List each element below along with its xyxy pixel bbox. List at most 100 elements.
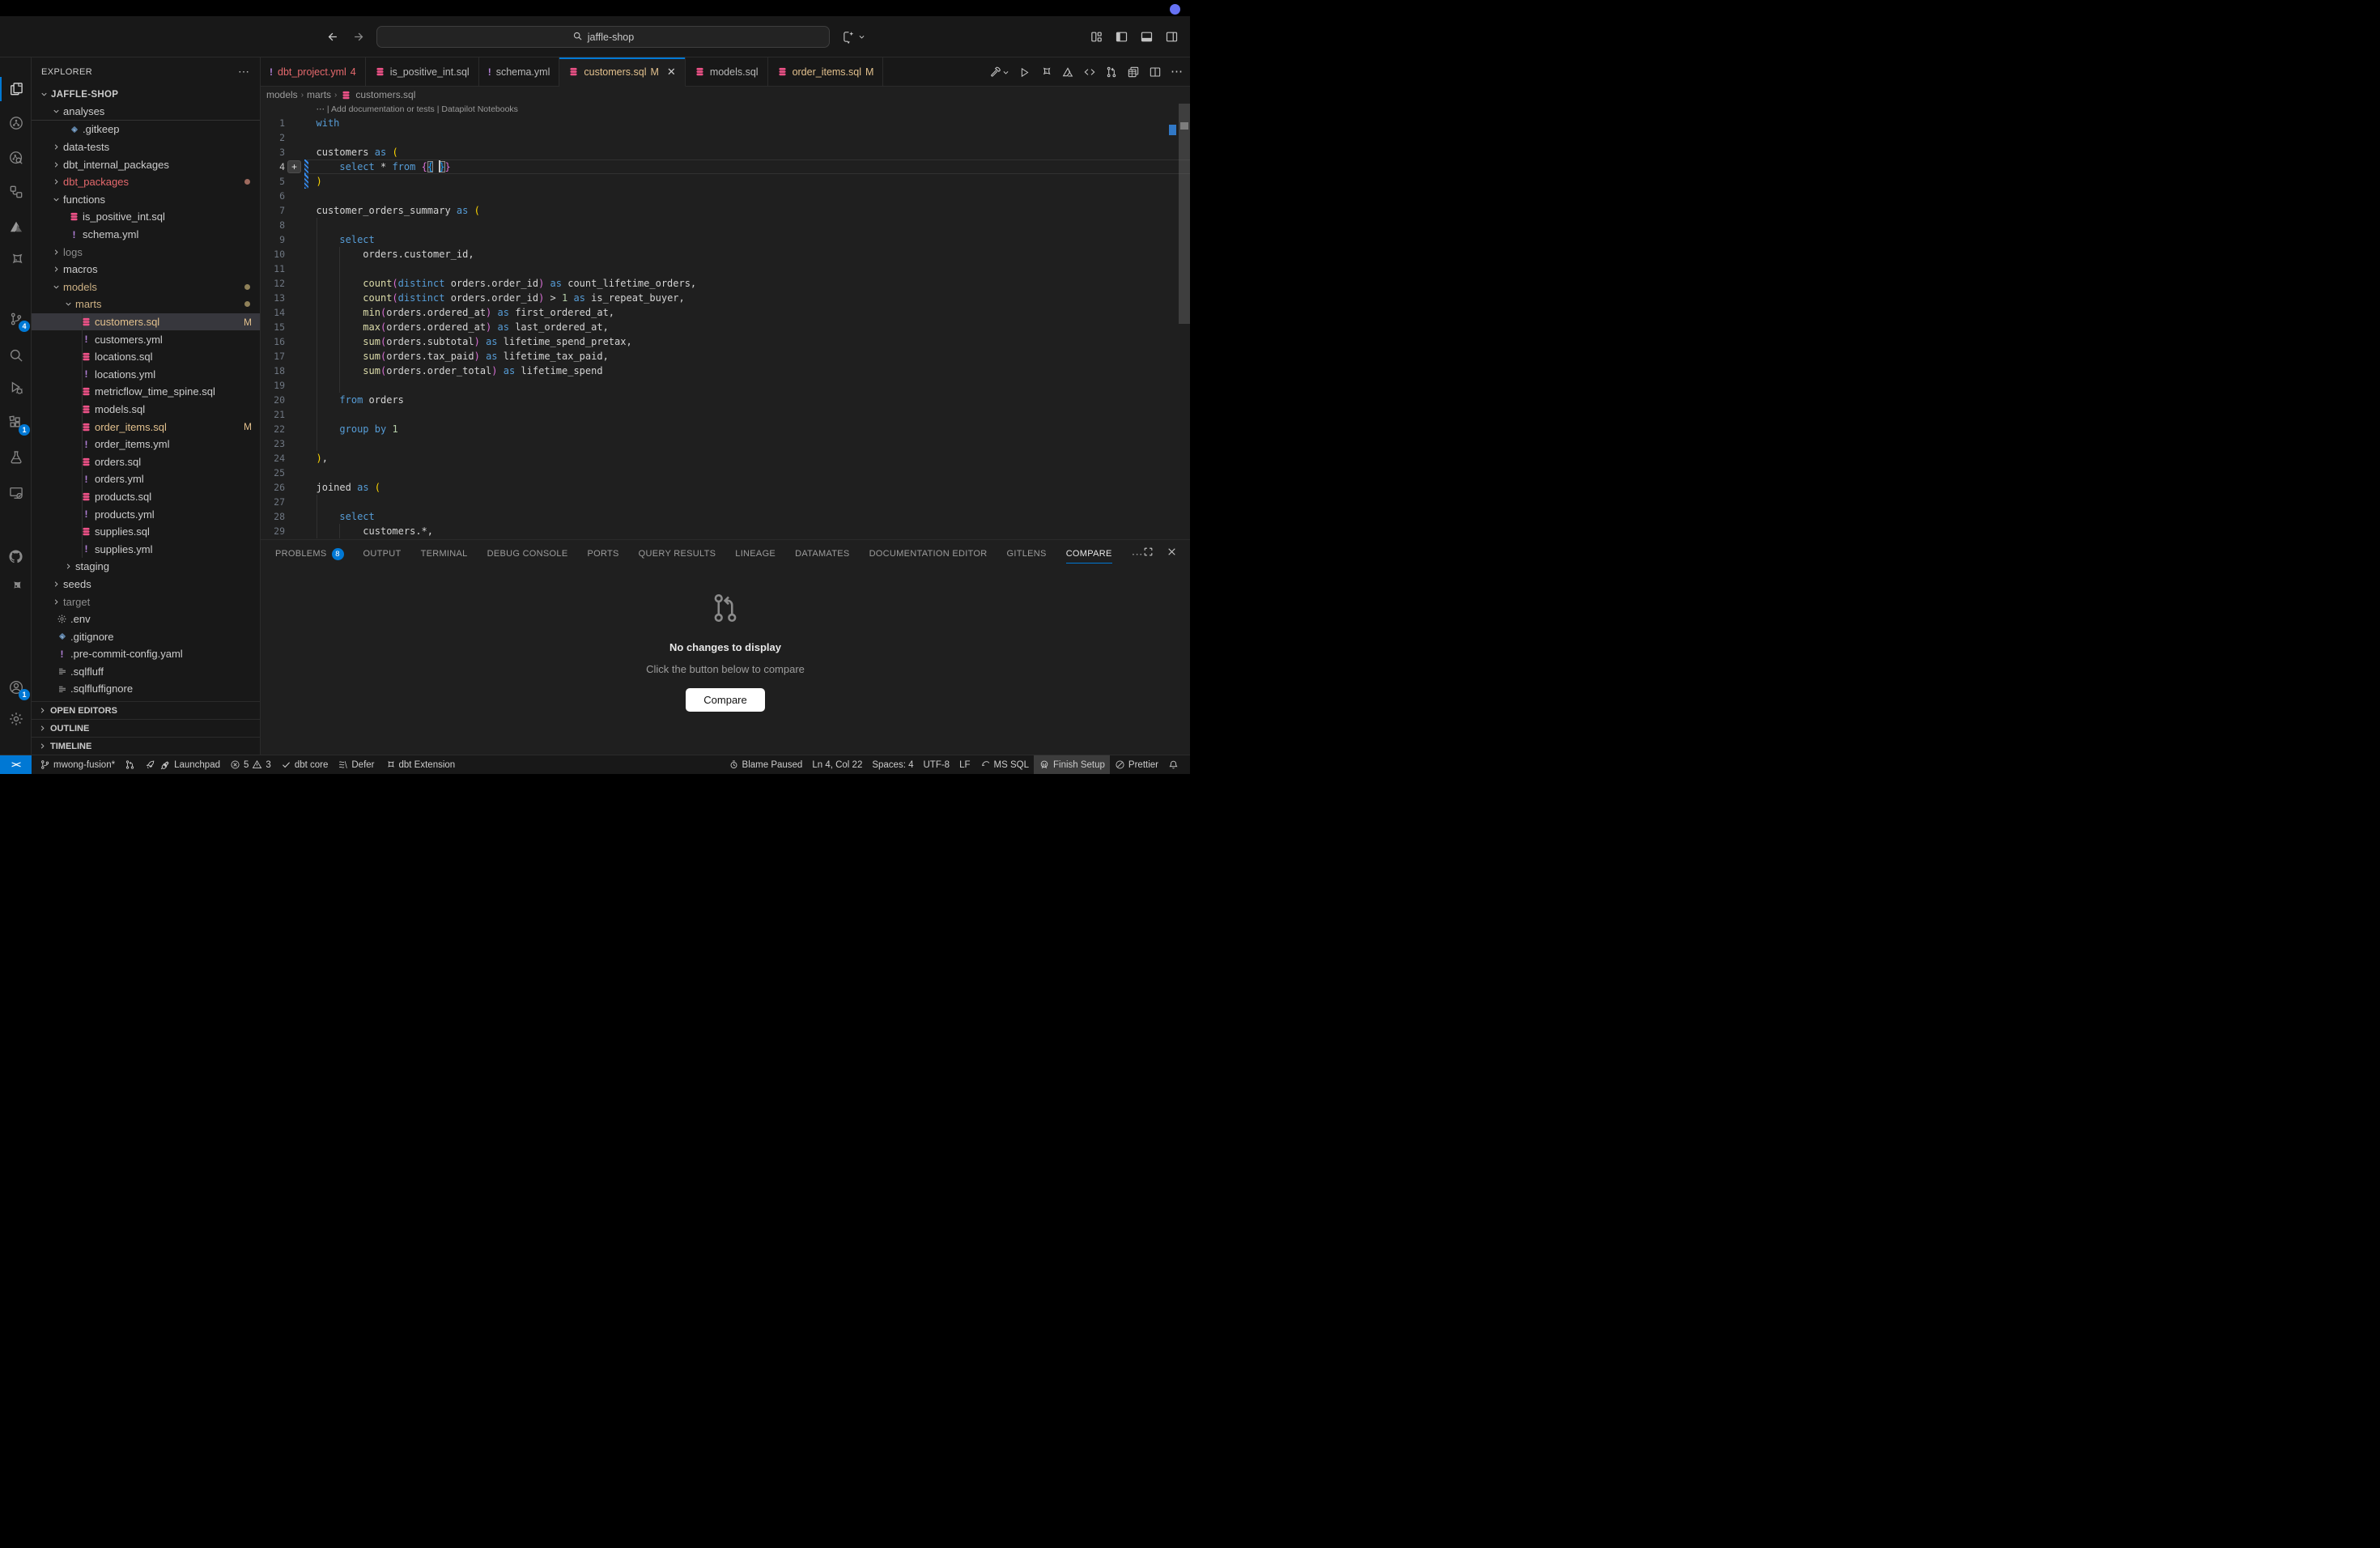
panel-tab-debug-console[interactable]: DEBUG CONSOLE [487, 540, 568, 568]
activitybar-flow[interactable] [0, 177, 32, 206]
datapilot-action[interactable] [1061, 66, 1074, 79]
panel-tab-lineage[interactable]: LINEAGE [735, 540, 776, 568]
statusbar-language-mode[interactable]: MS SQL [975, 755, 1034, 774]
activitybar-explorer[interactable] [0, 74, 32, 104]
activitybar-query-lineage[interactable] [0, 143, 32, 172]
statusbar-encoding[interactable]: UTF-8 [919, 755, 955, 774]
code-editor[interactable]: ⋯ | Add documentation or tests | Datapil… [261, 103, 1190, 539]
tree-item-functions[interactable]: functions [32, 191, 260, 209]
tree-item-JAFFLE-SHOP[interactable]: JAFFLE-SHOP [32, 86, 260, 104]
statusbar-prettier[interactable]: Prettier [1110, 755, 1163, 774]
tab-schema.yml[interactable]: !schema.yml [479, 57, 560, 86]
panel-close-icon[interactable] [1167, 546, 1177, 561]
compiled-code[interactable] [1083, 66, 1096, 79]
statusbar-defer[interactable]: Defer [333, 755, 379, 774]
tab-models.sql[interactable]: models.sql [686, 57, 768, 86]
statusbar-finish-setup[interactable]: Finish Setup [1034, 755, 1110, 774]
breadcrumb-file[interactable]: customers.sql [355, 89, 415, 100]
sidebar-section-open-editors[interactable]: OPEN EDITORS [32, 701, 260, 719]
panel-tab-terminal[interactable]: TERMINAL [421, 540, 468, 568]
statusbar-dbt-extension[interactable]: dbt Extension [380, 755, 461, 774]
sidebar-more-actions-icon[interactable]: ⋯ [238, 65, 250, 79]
tree-item-.sqlfluffignore[interactable]: .sqlfluffignore [32, 680, 260, 698]
panel-tab-datamates[interactable]: DATAMATES [795, 540, 849, 568]
statusbar-git-graph[interactable] [120, 755, 140, 774]
tree-item-staging[interactable]: staging [32, 558, 260, 576]
tree-item-schema.yml[interactable]: !schema.yml [32, 226, 260, 244]
tree-item-supplies.sql[interactable]: supplies.sql [32, 523, 260, 541]
activitybar-lineage[interactable] [0, 108, 32, 138]
tree-item-products.yml[interactable]: !products.yml [32, 505, 260, 523]
activitybar-search[interactable] [0, 341, 32, 370]
activitybar-run-and-debug[interactable] [0, 373, 32, 402]
toggle-panel-icon[interactable] [1140, 30, 1154, 44]
tree-item-orders.sql[interactable]: orders.sql [32, 453, 260, 470]
tree-item-dbt_packages[interactable]: dbt_packages [32, 173, 260, 191]
tree-item-orders.yml[interactable]: !orders.yml [32, 470, 260, 488]
tree-item-models.sql[interactable]: models.sql [32, 401, 260, 419]
tree-item-customers.yml[interactable]: !customers.yml [32, 330, 260, 348]
compare-button[interactable]: Compare [686, 688, 764, 712]
activitybar-remote-explorer[interactable] [0, 478, 32, 508]
tab-dbt_project.yml[interactable]: !dbt_project.yml4 [261, 57, 366, 86]
remote-indicator[interactable]: >< [0, 755, 32, 774]
toggle-secondary-sidebar-icon[interactable] [1165, 30, 1179, 44]
command-center-search[interactable]: jaffle-shop [376, 26, 830, 48]
statusbar-launchpad[interactable]: Launchpad [140, 755, 225, 774]
tree-item-metricflow_time_spine.sql[interactable]: metricflow_time_spine.sql [32, 383, 260, 401]
tree-item-order_items.yml[interactable]: !order_items.yml [32, 436, 260, 453]
editor-scrollbar[interactable] [1179, 104, 1190, 324]
run[interactable] [1018, 66, 1031, 79]
tree-item-.sqlfluff[interactable]: .sqlfluff [32, 663, 260, 681]
panel-tab-query-results[interactable]: QUERY RESULTS [639, 540, 716, 568]
activitybar-testing[interactable] [0, 443, 32, 472]
tree-item-.env[interactable]: .env [32, 610, 260, 628]
statusbar-dbt-core[interactable]: dbt core [276, 755, 334, 774]
statusbar-indentation[interactable]: Spaces: 4 [867, 755, 918, 774]
toggle-sidebar-icon[interactable] [1115, 30, 1128, 44]
tab-customers.sql[interactable]: customers.sqlM✕ [559, 57, 685, 87]
panel-tab-output[interactable]: OUTPUT [363, 540, 402, 568]
build-hammer[interactable] [989, 66, 1009, 79]
tree-item-seeds[interactable]: seeds [32, 576, 260, 593]
activitybar-github[interactable] [0, 542, 32, 571]
more-actions[interactable]: ⋯ [1171, 68, 1184, 76]
tree-item-models[interactable]: models [32, 279, 260, 296]
tree-item-.gitignore[interactable]: .gitignore [32, 627, 260, 645]
tree-item-supplies.yml[interactable]: !supplies.yml [32, 540, 260, 558]
copilot-share-button[interactable] [842, 26, 865, 48]
dbt-action[interactable] [1039, 66, 1052, 79]
tree-item-logs[interactable]: logs [32, 243, 260, 261]
codelens-actions[interactable]: ⋯ | Add documentation or tests | Datapil… [261, 103, 1190, 116]
tree-item-dbt_internal_packages[interactable]: dbt_internal_packages [32, 155, 260, 173]
activitybar-source-control[interactable]: 4 [0, 304, 32, 334]
back-arrow-icon[interactable] [327, 31, 339, 43]
tree-item-customers.sql[interactable]: customers.sqlM [32, 313, 260, 331]
panel-tab-gitlens[interactable]: GITLENS [1007, 540, 1047, 568]
tree-item-analyses[interactable]: analyses [32, 104, 260, 121]
statusbar-problems[interactable]: 53 [225, 755, 276, 774]
tab-order_items.sql[interactable]: order_items.sqlM [768, 57, 884, 86]
breadcrumb-item[interactable]: marts [307, 89, 331, 100]
activitybar-accounts[interactable]: 1 [0, 673, 32, 702]
git-compare-action[interactable] [1105, 66, 1118, 79]
statusbar-notifications[interactable] [1163, 755, 1184, 774]
tab-is_positive_int.sql[interactable]: is_positive_int.sql [366, 57, 479, 86]
add-line-action-icon[interactable]: + [287, 160, 301, 173]
panel-tab-ports[interactable]: PORTS [587, 540, 618, 568]
tree-item-is_positive_int.sql[interactable]: is_positive_int.sql [32, 208, 260, 226]
tree-item-order_items.sql[interactable]: order_items.sqlM [32, 418, 260, 436]
tree-item-.gitkeep[interactable]: .gitkeep [32, 121, 260, 138]
panel-tab-compare[interactable]: COMPARE [1066, 540, 1112, 568]
tree-item-target[interactable]: target [32, 593, 260, 610]
tree-item-.pre-commit-config.yaml[interactable]: !.pre-commit-config.yaml [32, 645, 260, 663]
tree-item-products.sql[interactable]: products.sql [32, 488, 260, 506]
statusbar-eol[interactable]: LF [954, 755, 975, 774]
customize-layout-icon[interactable] [1090, 30, 1103, 44]
statusbar-cursor-position[interactable]: Ln 4, Col 22 [807, 755, 867, 774]
activitybar-extensions[interactable]: 1 [0, 408, 32, 437]
activitybar-dbt-power-user[interactable] [0, 572, 32, 601]
statusbar-branch[interactable]: mwong-fusion* [35, 755, 120, 774]
breadcrumb[interactable]: models›marts›customers.sql [261, 87, 1190, 103]
panel-tab-problems[interactable]: PROBLEMS8 [275, 540, 344, 568]
